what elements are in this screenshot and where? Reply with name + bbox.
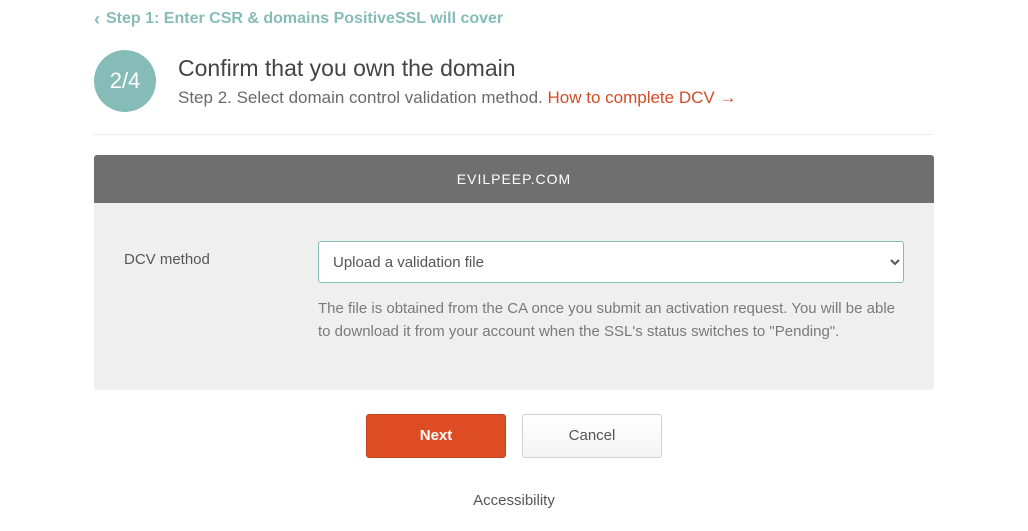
step-subtitle-text: Step 2. Select domain control validation… [178, 88, 548, 107]
dcv-link-text: How to complete DCV → [548, 88, 737, 107]
accessibility-link[interactable]: Accessibility [473, 492, 555, 509]
cancel-button[interactable]: Cancel [522, 414, 662, 458]
step-subtitle: Step 2. Select domain control validation… [178, 88, 736, 108]
step-header: 2/4 Confirm that you own the domain Step… [94, 50, 934, 135]
dcv-method-row: DCV method Upload a validation file The … [124, 241, 904, 344]
dcv-method-help: The file is obtained from the CA once yo… [318, 297, 904, 344]
step-title: Confirm that you own the domain [178, 55, 736, 82]
footer: Accessibility [94, 492, 934, 509]
how-to-complete-dcv-link[interactable]: How to complete DCV → [548, 88, 737, 107]
panel-body: DCV method Upload a validation file The … [94, 203, 934, 390]
next-button[interactable]: Next [366, 414, 506, 458]
step-badge: 2/4 [94, 50, 156, 112]
back-to-step-1[interactable]: ‹ Step 1: Enter CSR & domains PositiveSS… [94, 10, 503, 28]
chevron-left-icon: ‹ [94, 10, 100, 28]
back-step-label: Step 1: Enter CSR & domains PositiveSSL … [106, 10, 503, 28]
panel-domain-header: EVILPEEP.COM [94, 155, 934, 203]
step-badge-text: 2/4 [110, 68, 141, 94]
dcv-method-label: DCV method [124, 241, 294, 268]
step-title-block: Confirm that you own the domain Step 2. … [178, 55, 736, 108]
dcv-method-control: Upload a validation file The file is obt… [318, 241, 904, 344]
dcv-method-select[interactable]: Upload a validation file [318, 241, 904, 283]
panel-domain-name: EVILPEEP.COM [457, 171, 571, 187]
dcv-panel: EVILPEEP.COM DCV method Upload a validat… [94, 155, 934, 390]
action-buttons: Next Cancel [94, 414, 934, 458]
